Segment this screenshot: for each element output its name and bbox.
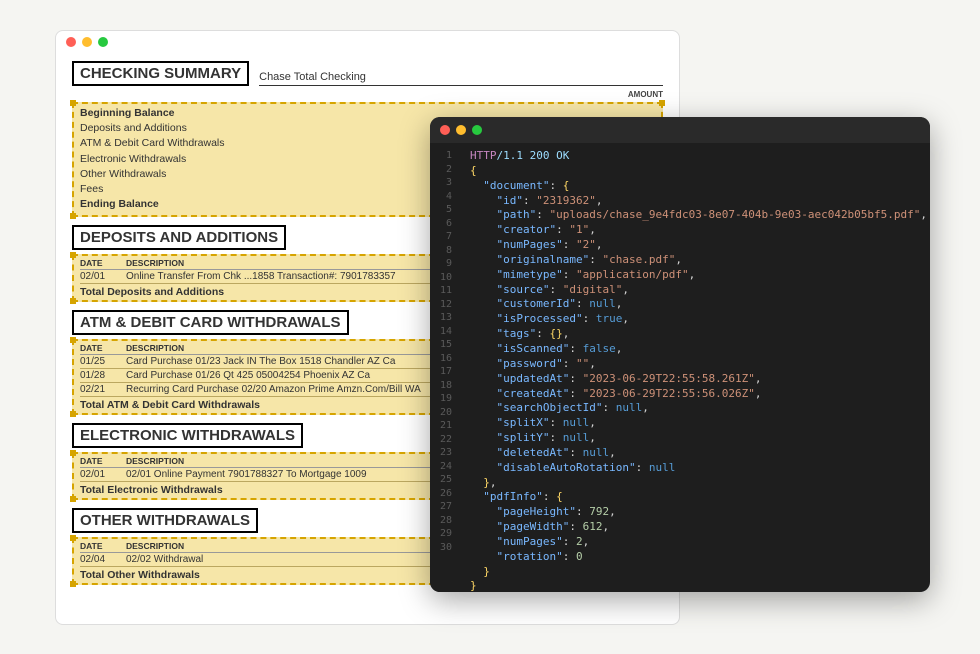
- maximize-icon[interactable]: [472, 125, 482, 135]
- column-header-date: DATE: [80, 456, 126, 466]
- summary-row-label: Deposits and Additions: [80, 121, 187, 136]
- code-window-titlebar: [430, 117, 930, 143]
- column-header-date: DATE: [80, 258, 126, 268]
- code-window: 1 2 3 4 5 6 7 8 9 10 11 12 13 14 15 16 1…: [430, 117, 930, 592]
- section-total-label: Total Electronic Withdrawals: [80, 484, 223, 496]
- transaction-date: 02/01: [80, 469, 126, 480]
- minimize-icon[interactable]: [456, 125, 466, 135]
- column-header-date: DATE: [80, 541, 126, 551]
- code-content[interactable]: HTTP/1.1 200 OK { "document": { "id": "2…: [460, 143, 930, 592]
- transaction-date: 02/21: [80, 384, 126, 395]
- section-total-label: Total Other Withdrawals: [80, 569, 200, 581]
- section-heading: DEPOSITS AND ADDITIONS: [72, 225, 286, 250]
- transaction-date: 02/01: [80, 271, 126, 282]
- section-heading: OTHER WITHDRAWALS: [72, 508, 258, 533]
- amount-column-header: AMOUNT: [72, 90, 663, 99]
- close-icon[interactable]: [440, 125, 450, 135]
- summary-row-label: Beginning Balance: [80, 106, 175, 121]
- transaction-date: 01/25: [80, 356, 126, 367]
- section-heading: ELECTRONIC WITHDRAWALS: [72, 423, 303, 448]
- summary-row-label: Electronic Withdrawals: [80, 152, 186, 167]
- summary-row-label: Fees: [80, 182, 103, 197]
- summary-row-label: ATM & Debit Card Withdrawals: [80, 136, 225, 151]
- column-header-date: DATE: [80, 343, 126, 353]
- transaction-date: 01/28: [80, 370, 126, 381]
- summary-row-label: Other Withdrawals: [80, 167, 166, 182]
- section-total-label: Total ATM & Debit Card Withdrawals: [80, 399, 260, 411]
- close-icon[interactable]: [66, 37, 76, 47]
- transaction-date: 02/04: [80, 554, 126, 565]
- account-name: Chase Total Checking: [259, 71, 663, 86]
- section-total-label: Total Deposits and Additions: [80, 286, 224, 298]
- section-heading: ATM & DEBIT CARD WITHDRAWALS: [72, 310, 349, 335]
- checking-summary-heading: CHECKING SUMMARY: [72, 61, 249, 86]
- doc-window-titlebar: [56, 31, 679, 53]
- maximize-icon[interactable]: [98, 37, 108, 47]
- code-body[interactable]: 1 2 3 4 5 6 7 8 9 10 11 12 13 14 15 16 1…: [430, 143, 930, 592]
- line-number-gutter: 1 2 3 4 5 6 7 8 9 10 11 12 13 14 15 16 1…: [430, 143, 460, 592]
- minimize-icon[interactable]: [82, 37, 92, 47]
- summary-row-label: Ending Balance: [80, 197, 159, 212]
